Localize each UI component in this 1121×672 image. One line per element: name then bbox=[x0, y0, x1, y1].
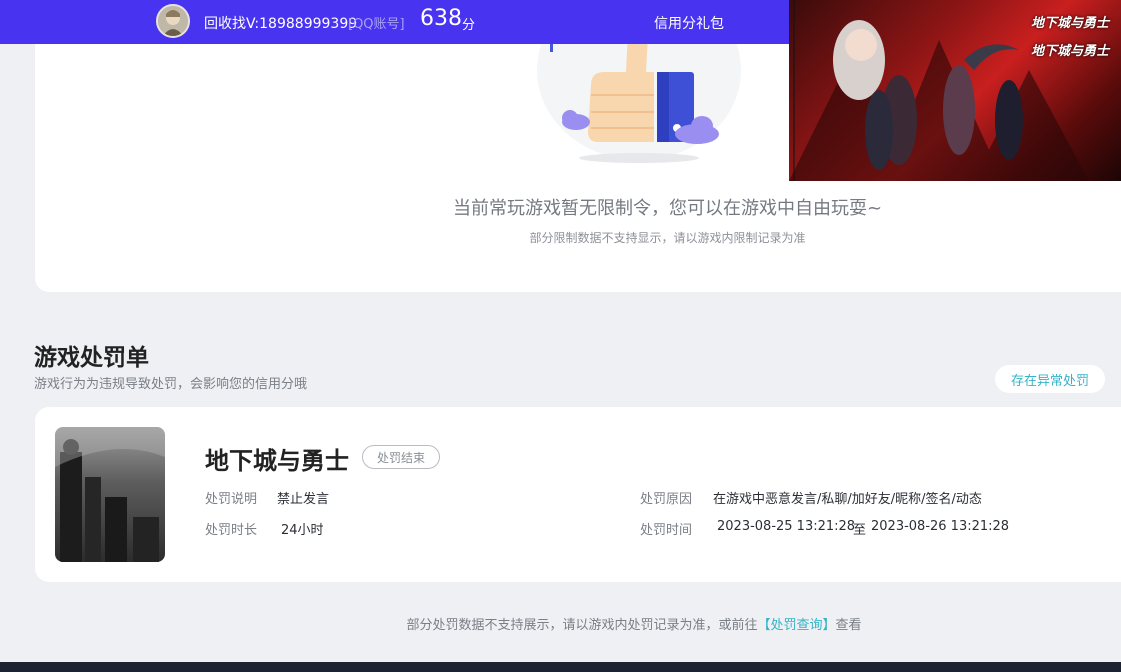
credit-score-unit: 分 bbox=[462, 18, 476, 33]
penalty-time-end: 2023-08-26 13:21:28 bbox=[871, 519, 1010, 534]
account-type-tag: [QQ账号] bbox=[348, 17, 405, 32]
bottom-bar bbox=[0, 662, 1121, 672]
penalty-card: 地下城与勇士 处罚结束 处罚说明 禁止发言 处罚时长 24小时 处罚原因 在游戏… bbox=[35, 407, 1121, 582]
penalty-query-link[interactable]: 【处罚查询】 bbox=[757, 618, 835, 633]
game-name: 地下城与勇士 bbox=[205, 447, 349, 475]
top-bar: 回收找V:18988999399 [QQ账号] 638 分 信用分礼包 bbox=[0, 0, 790, 44]
restriction-note: 部分限制数据不支持显示，请以游戏内限制记录为准 bbox=[529, 231, 806, 245]
penalty-desc-value: 禁止发言 bbox=[277, 492, 330, 507]
appeal-penalty-button[interactable]: 存在异常处罚 bbox=[995, 365, 1105, 393]
penalty-time-label: 处罚时间 bbox=[640, 523, 693, 538]
game-cover-image bbox=[55, 427, 165, 562]
penalty-section-subtitle: 游戏行为为违规导致处罚，会影响您的信用分哦 bbox=[34, 377, 308, 392]
banner-game-logo: 地下城与勇士 bbox=[1030, 16, 1109, 31]
credit-score: 638 bbox=[420, 6, 462, 31]
penalty-time-separator: 至 bbox=[853, 523, 867, 538]
penalty-time-start: 2023-08-25 13:21:28 bbox=[717, 519, 856, 534]
no-restriction-message: 当前常玩游戏暂无限制令，您可以在游戏中自由玩耍~ bbox=[452, 198, 883, 219]
penalty-duration-label: 处罚时长 bbox=[205, 523, 258, 538]
game-promo-banner[interactable]: 地下城与勇士 地下城与勇士 bbox=[789, 0, 1121, 181]
penalty-section-title: 游戏处罚单 bbox=[34, 345, 149, 371]
footer-text-after: 查看 bbox=[835, 618, 862, 633]
avatar[interactable] bbox=[156, 4, 190, 38]
penalty-desc-label: 处罚说明 bbox=[205, 492, 258, 507]
penalty-duration-value: 24小时 bbox=[281, 523, 324, 538]
game-cover-art bbox=[55, 427, 165, 562]
penalty-footer-note: 部分处罚数据不支持展示，请以游戏内处罚记录为准，或前往【处罚查询】查看 bbox=[0, 614, 1121, 633]
user-account-label: 回收找V:18988999399 bbox=[204, 16, 358, 32]
penalty-status-badge: 处罚结束 bbox=[362, 445, 441, 469]
banner-game-logo-secondary: 地下城与勇士 bbox=[1030, 44, 1109, 59]
avatar-image bbox=[158, 6, 188, 36]
penalty-reason-label: 处罚原因 bbox=[640, 492, 693, 507]
penalty-reason-value: 在游戏中恶意发言/私聊/加好友/昵称/签名/动态 bbox=[713, 492, 982, 507]
footer-text: 部分处罚数据不支持展示，请以游戏内处罚记录为准，或前往 bbox=[406, 618, 758, 633]
credit-gift-link[interactable]: 信用分礼包 bbox=[654, 13, 724, 33]
